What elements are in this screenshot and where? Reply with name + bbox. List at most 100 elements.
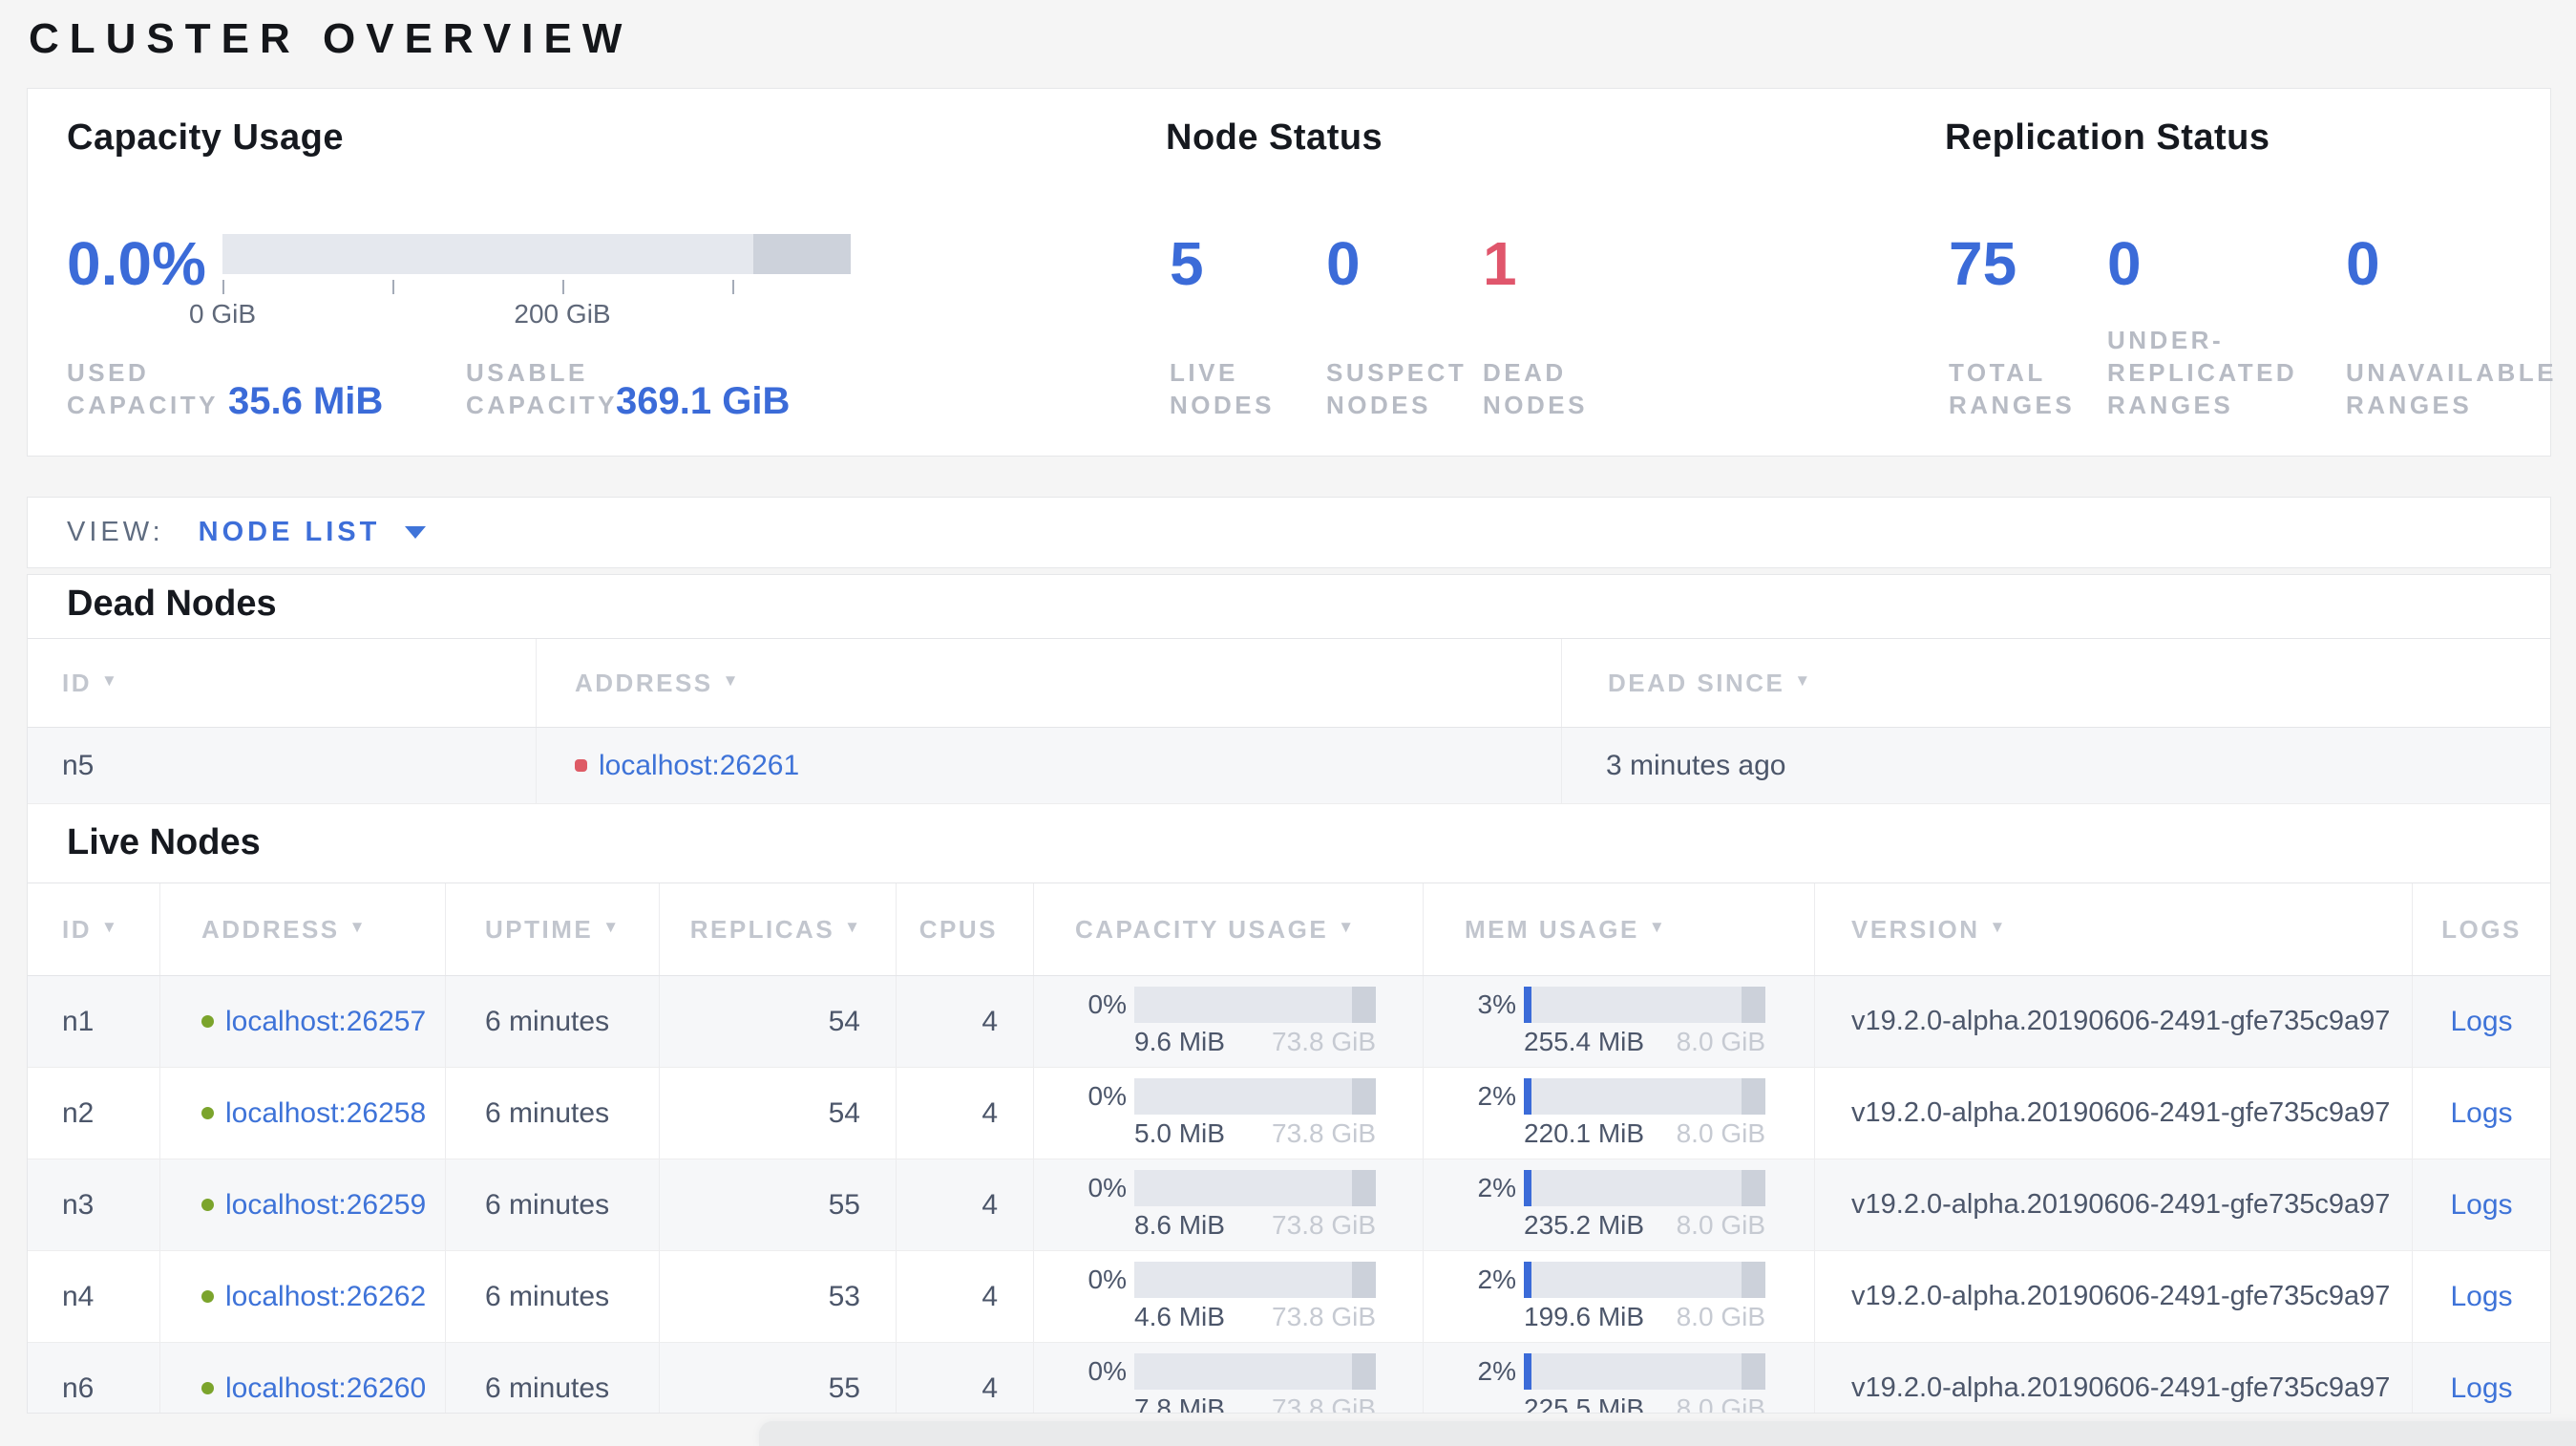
under-replicated-label: UNDER- REPLICATED RANGES [2107, 326, 2298, 419]
node-uptime: 6 minutes [446, 1068, 660, 1159]
dead-nodes-header-row: ID ADDRESS DEAD SINCE [28, 638, 2550, 728]
col-header-id[interactable]: ID [28, 639, 537, 727]
logs-link[interactable]: Logs [2450, 1097, 2512, 1130]
suspect-nodes-count: 0 [1326, 229, 1361, 298]
unavailable-count: 0 [2346, 229, 2380, 298]
node-address-link[interactable]: localhost:26258 [225, 1097, 426, 1130]
view-selected-value: NODE LIST [198, 517, 381, 547]
node-live-dot-icon [201, 1290, 214, 1303]
mem-bar [1524, 1352, 1765, 1390]
node-id: n6 [28, 1343, 160, 1413]
live-nodes-count: 5 [1170, 229, 1204, 298]
mem-used: 199.6 MiB [1524, 1301, 1645, 1331]
node-uptime: 6 minutes [446, 1159, 660, 1250]
node-cpus: 4 [897, 1251, 1034, 1342]
node-status-title: Node Status [1166, 117, 1383, 158]
node-replicas: 54 [660, 1068, 897, 1159]
capacity-used: 9.6 MiB [1134, 1026, 1225, 1056]
capacity-used: 8.6 MiB [1134, 1209, 1225, 1240]
view-label: VIEW: [67, 517, 164, 547]
node-logs-cell: Logs [2413, 1343, 2550, 1413]
capacity-total: 73.8 GiB [1272, 1209, 1376, 1240]
col-header-mem-usage[interactable]: MEM USAGE [1424, 883, 1815, 975]
live-nodes-header-row: ID ADDRESS UPTIME REPLICAS CPUS CAPACITY… [28, 882, 2550, 976]
logs-link[interactable]: Logs [2450, 1281, 2512, 1313]
col-header-version[interactable]: VERSION [1815, 883, 2413, 975]
mem-percent: 2% [1477, 1355, 1516, 1386]
capacity-bar [1134, 986, 1376, 1023]
logs-link[interactable]: Logs [2450, 1372, 2512, 1405]
node-replicas: 55 [660, 1159, 897, 1250]
node-address-link[interactable]: localhost:26259 [225, 1189, 426, 1222]
mem-total: 8.0 GiB [1676, 1393, 1765, 1414]
node-mem-usage-cell: 2% 235.2 MiB 8.0 GiB [1424, 1159, 1815, 1250]
capacity-usage-bar [222, 234, 851, 274]
node-capacity-usage-cell: 0% 5.0 MiB 73.8 GiB [1034, 1068, 1424, 1159]
node-live-dot-icon [201, 1382, 214, 1394]
mem-bar [1524, 1261, 1765, 1298]
capacity-usage-section: Capacity Usage 0.0% 0 GiB 200 GiB USED C… [67, 89, 1117, 456]
nodes-tables-card: Dead Nodes ID ADDRESS DEAD SINCE n5 loca… [27, 574, 2551, 1414]
capacity-total: 73.8 GiB [1272, 1026, 1376, 1056]
live-node-row: n6 localhost:26260 6 minutes 55 4 0% 7.8… [28, 1343, 2550, 1414]
node-address-cell: localhost:26261 [537, 728, 1562, 803]
capacity-usage-title: Capacity Usage [67, 117, 345, 158]
replication-status-section: Replication Status 75 0 0 TOTAL RANGES U… [1945, 89, 2553, 456]
col-header-cpus: CPUS [897, 883, 1034, 975]
usable-capacity-label: USABLE CAPACITY [466, 358, 618, 419]
used-capacity-label: USED CAPACITY [67, 358, 219, 419]
mem-used: 225.5 MiB [1524, 1393, 1645, 1414]
col-header-dead-since[interactable]: DEAD SINCE [1562, 639, 2550, 727]
bottom-shadow [759, 1421, 2576, 1446]
node-id: n5 [28, 728, 537, 803]
capacity-bar [1134, 1077, 1376, 1115]
node-capacity-usage-cell: 0% 7.8 MiB 73.8 GiB [1034, 1343, 1424, 1414]
node-logs-cell: Logs [2413, 976, 2550, 1067]
node-mem-usage-cell: 2% 199.6 MiB 8.0 GiB [1424, 1251, 1815, 1342]
cluster-summary-card: Capacity Usage 0.0% 0 GiB 200 GiB USED C… [27, 88, 2553, 457]
used-capacity-value: 35.6 MiB [228, 380, 384, 422]
page-title: CLUSTER OVERVIEW [29, 15, 633, 62]
capacity-used: 7.8 MiB [1134, 1393, 1225, 1414]
replication-status-title: Replication Status [1945, 117, 2270, 158]
col-header-id[interactable]: ID [28, 883, 160, 975]
capacity-bar [1134, 1169, 1376, 1206]
usable-capacity-value: 369.1 GiB [616, 380, 791, 422]
mem-total: 8.0 GiB [1676, 1117, 1765, 1148]
logs-link[interactable]: Logs [2450, 1006, 2512, 1038]
capacity-percent: 0% [1087, 1080, 1127, 1111]
node-logs-cell: Logs [2413, 1159, 2550, 1250]
view-mode-dropdown[interactable]: NODE LIST [199, 517, 427, 548]
col-header-uptime[interactable]: UPTIME [446, 883, 660, 975]
capacity-percent: 0% [1087, 1172, 1127, 1202]
capacity-axis-label-0: 0 GiB [188, 299, 257, 329]
live-node-row: n3 localhost:26259 6 minutes 55 4 0% 8.6… [28, 1159, 2550, 1251]
node-mem-usage-cell: 3% 255.4 MiB 8.0 GiB [1424, 976, 1815, 1067]
node-address-link[interactable]: localhost:26261 [599, 750, 799, 782]
live-nodes-heading: Live Nodes [67, 822, 261, 862]
col-header-replicas[interactable]: REPLICAS [660, 883, 897, 975]
node-address-link[interactable]: localhost:26257 [225, 1006, 426, 1038]
node-live-dot-icon [201, 1015, 214, 1028]
node-uptime: 6 minutes [446, 1343, 660, 1413]
node-address-link[interactable]: localhost:26260 [225, 1372, 426, 1405]
node-id: n3 [28, 1159, 160, 1250]
mem-percent: 3% [1477, 989, 1516, 1019]
capacity-used: 5.0 MiB [1134, 1117, 1225, 1148]
node-address-link[interactable]: localhost:26262 [225, 1281, 426, 1313]
mem-percent: 2% [1477, 1080, 1516, 1111]
node-address-cell: localhost:26260 [160, 1343, 446, 1413]
col-header-address[interactable]: ADDRESS [537, 639, 1562, 727]
live-node-row: n2 localhost:26258 6 minutes 54 4 0% 5.0… [28, 1068, 2550, 1159]
under-replicated-count: 0 [2107, 229, 2142, 298]
col-header-address[interactable]: ADDRESS [160, 883, 446, 975]
total-ranges-count: 75 [1949, 229, 2017, 298]
capacity-bar [1134, 1261, 1376, 1298]
node-cpus: 4 [897, 1159, 1034, 1250]
total-ranges-label: TOTAL RANGES [1949, 358, 2076, 419]
logs-link[interactable]: Logs [2450, 1189, 2512, 1222]
mem-percent: 2% [1477, 1172, 1516, 1202]
node-uptime: 6 minutes [446, 976, 660, 1067]
live-nodes-table: ID ADDRESS UPTIME REPLICAS CPUS CAPACITY… [28, 882, 2550, 1414]
col-header-capacity-usage[interactable]: CAPACITY USAGE [1034, 883, 1424, 975]
